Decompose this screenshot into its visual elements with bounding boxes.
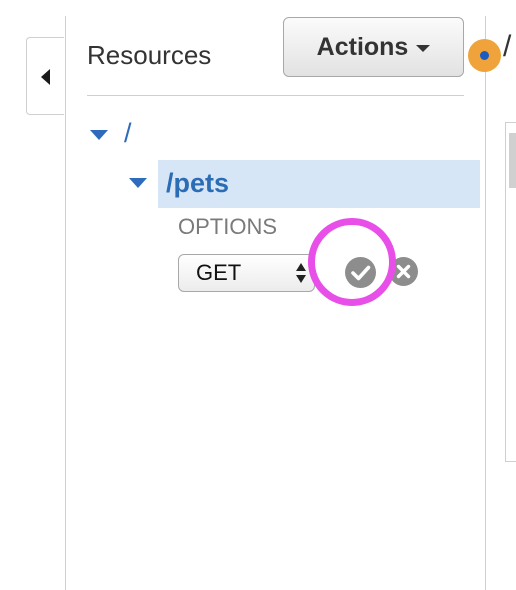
check-circle-icon[interactable] [345, 257, 376, 288]
actions-button[interactable]: Actions [283, 17, 464, 77]
http-method-select[interactable]: GET [178, 254, 315, 292]
collapse-sidebar-button[interactable] [26, 37, 64, 115]
status-dot-inner [480, 51, 489, 60]
actions-button-label: Actions [316, 32, 409, 61]
tree-item-pets-label: /pets [166, 168, 230, 198]
caret-left-icon [41, 69, 50, 85]
tree-item-pets[interactable]: /pets [158, 160, 480, 208]
x-circle-icon[interactable] [389, 257, 418, 286]
right-detail-panel [505, 122, 516, 462]
tree-item-root[interactable]: / [124, 118, 132, 149]
expand-pets-icon[interactable] [129, 178, 147, 188]
scrollbar-thumb[interactable] [509, 133, 516, 188]
select-arrows-icon [296, 263, 308, 287]
expand-root-icon[interactable] [90, 130, 108, 140]
panel-divider-left [65, 16, 66, 590]
http-method-select-value: GET [196, 260, 242, 285]
caret-down-icon [416, 45, 431, 52]
status-dot-icon [468, 39, 501, 72]
right-panel-path: / [503, 30, 512, 63]
resources-title: Resources [87, 40, 212, 70]
method-options[interactable]: OPTIONS [178, 214, 277, 240]
panel-divider-right [485, 16, 486, 590]
api-gateway-resources-panel: Resources Actions / / /pets OPTIONS GET [0, 0, 516, 590]
header-divider [87, 95, 464, 96]
